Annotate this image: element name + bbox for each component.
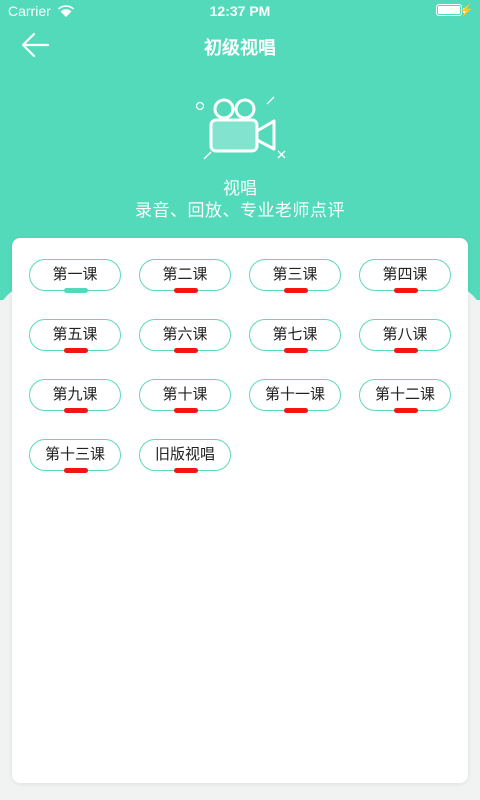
lesson-button[interactable]: 第二课 (139, 259, 231, 293)
lesson-button[interactable]: 第十三课 (29, 439, 121, 473)
lesson-marker (284, 408, 308, 413)
lesson-marker (394, 288, 418, 293)
lesson-button[interactable]: 第九课 (29, 379, 121, 413)
lesson-button[interactable]: 第十一课 (249, 379, 341, 413)
video-camera-icon (195, 96, 286, 160)
lesson-button[interactable]: 第六课 (139, 319, 231, 353)
lesson-button[interactable]: 旧版视唱 (139, 439, 231, 473)
lesson-label: 第五课 (52, 325, 98, 343)
lesson-label: 第十课 (162, 385, 208, 403)
lesson-card: 第一课 第二课 第三课 第四课第五课 第六课 第七课 第八课第九课 第十课 第十一课 第十二课第十… (12, 238, 468, 783)
hero-subtitle: 录音、回放、专业老师点评 (135, 201, 345, 221)
lesson-label: 第六课 (162, 325, 208, 343)
lesson-marker (64, 468, 88, 473)
lesson-label: 第十三课 (44, 445, 105, 463)
lesson-label: 第二课 (162, 265, 208, 283)
lesson-marker (284, 288, 308, 293)
lesson-button[interactable]: 第五课 (29, 319, 121, 353)
lesson-marker (64, 348, 88, 353)
lesson-marker (284, 348, 308, 353)
lesson-marker (174, 348, 198, 353)
status-bar: Carrier 12:37 PM ⚡ (0, 0, 480, 24)
lesson-marker (394, 408, 418, 413)
lesson-marker (64, 408, 88, 413)
lesson-button[interactable]: 第一课 (29, 259, 121, 293)
lesson-marker (394, 348, 418, 353)
lesson-marker (174, 288, 198, 293)
charging-icon: ⚡ (459, 3, 474, 17)
lesson-button[interactable]: 第八课 (359, 319, 451, 353)
lesson-label: 第十一课 (264, 385, 325, 403)
lesson-button[interactable]: 第四课 (359, 259, 451, 293)
lesson-label: 第三课 (272, 265, 318, 283)
selected-marker (64, 288, 88, 293)
lesson-label: 第四课 (382, 265, 428, 283)
lesson-label: 旧版视唱 (154, 445, 215, 463)
lesson-button[interactable]: 第十二课 (359, 379, 451, 413)
lesson-button[interactable]: 第十课 (139, 379, 231, 413)
page-title: 初级视唱 (204, 38, 276, 59)
lesson-label: 第一课 (52, 265, 98, 283)
lesson-marker (174, 468, 198, 473)
lesson-label: 第七课 (272, 325, 318, 343)
lesson-label: 第八课 (382, 325, 428, 343)
status-time: 12:37 PM (209, 3, 271, 19)
lesson-marker (174, 408, 198, 413)
lesson-button[interactable]: 第三课 (249, 259, 341, 293)
battery-level (438, 6, 460, 14)
lesson-button[interactable]: 第七课 (249, 319, 341, 353)
lesson-label: 第九课 (52, 385, 98, 403)
lesson-label: 第十二课 (374, 385, 435, 403)
